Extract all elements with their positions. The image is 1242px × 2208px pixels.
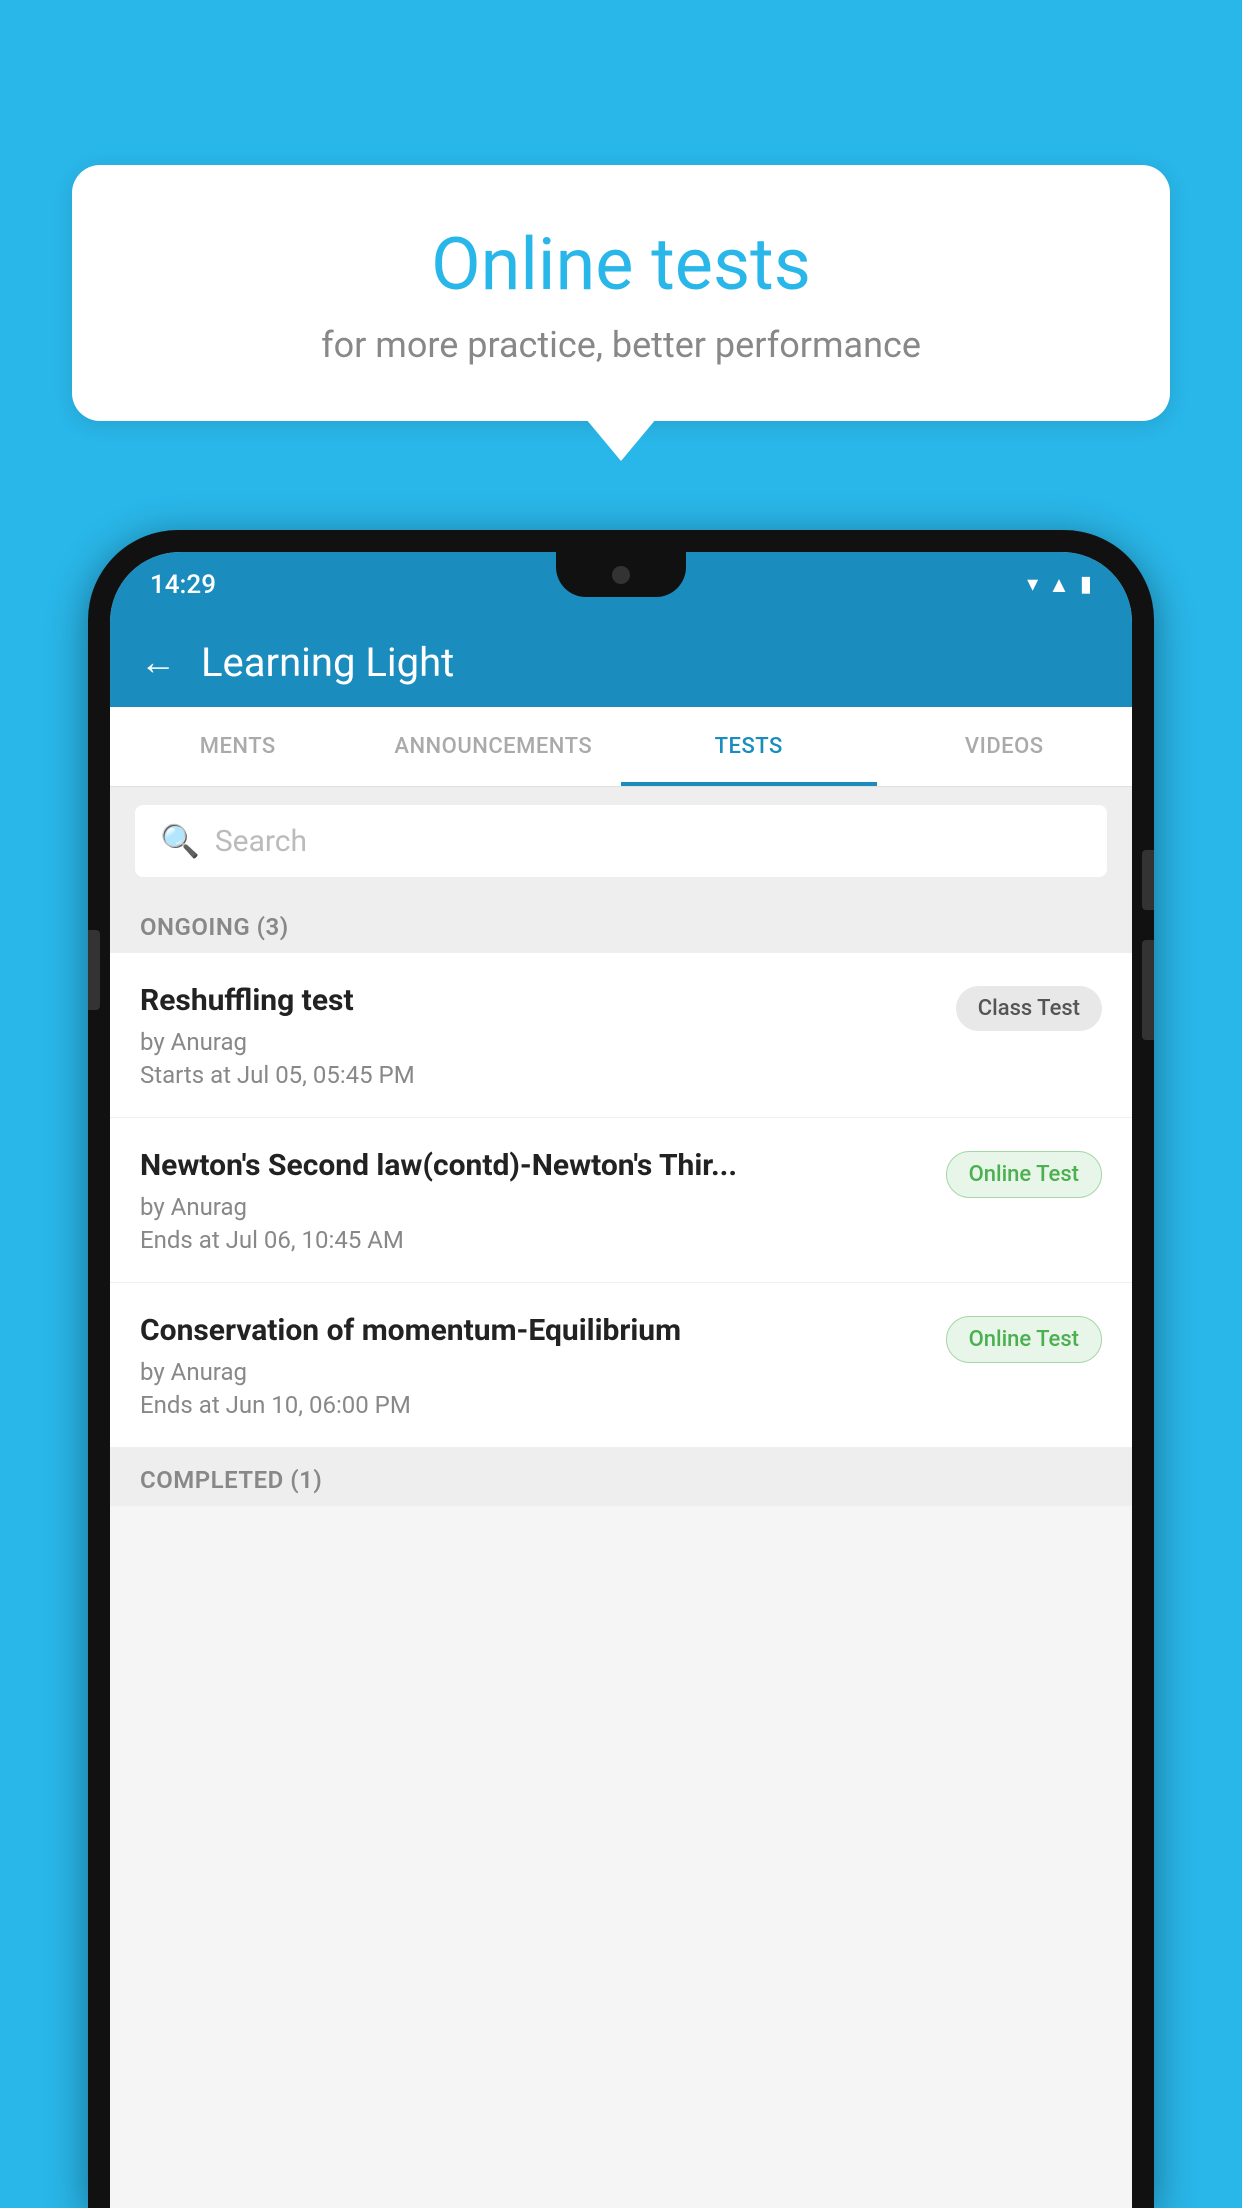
back-button[interactable]: ← [140,641,176,683]
phone-frame: 14:29 ▾ ▲ ▮ ← Learning Light MENTS ANNOU… [88,530,1154,2208]
test-info: Conservation of momentum-Equilibrium by … [140,1311,946,1419]
test-time: Ends at Jun 10, 06:00 PM [140,1391,931,1419]
completed-section-header: COMPLETED (1) [110,1448,1132,1506]
bubble-title: Online tests [122,225,1120,304]
test-badge-online-2: Online Test [946,1316,1102,1363]
status-icons: ▾ ▲ ▮ [1027,572,1092,598]
test-badge-online: Online Test [946,1151,1102,1198]
wifi-icon: ▾ [1027,572,1038,597]
app-bar: ← Learning Light [110,617,1132,707]
test-item[interactable]: Conservation of momentum-Equilibrium by … [110,1283,1132,1448]
tab-ments[interactable]: MENTS [110,707,366,786]
test-info: Reshuffling test by Anurag Starts at Jul… [140,981,956,1089]
power-button [1142,850,1154,910]
tabs-bar: MENTS ANNOUNCEMENTS TESTS VIDEOS [110,707,1132,787]
test-list: Reshuffling test by Anurag Starts at Jul… [110,953,1132,1448]
bubble-subtitle: for more practice, better performance [122,324,1120,366]
test-author: by Anurag [140,1028,941,1056]
battery-icon: ▮ [1080,572,1092,597]
search-bar[interactable]: 🔍 Search [135,805,1107,877]
test-name: Conservation of momentum-Equilibrium [140,1311,931,1350]
test-name: Reshuffling test [140,981,941,1020]
volume-button [88,930,100,1010]
test-time: Ends at Jul 06, 10:45 AM [140,1226,931,1254]
search-container: 🔍 Search [110,787,1132,895]
tab-tests[interactable]: TESTS [621,707,877,786]
test-author: by Anurag [140,1358,931,1386]
test-time: Starts at Jul 05, 05:45 PM [140,1061,941,1089]
search-icon: 🔍 [160,822,200,860]
app-title: Learning Light [201,639,454,686]
tab-announcements[interactable]: ANNOUNCEMENTS [366,707,622,786]
test-author: by Anurag [140,1193,931,1221]
test-badge-class: Class Test [956,986,1102,1031]
search-placeholder: Search [215,824,307,859]
speech-bubble: Online tests for more practice, better p… [72,165,1170,421]
test-info: Newton's Second law(contd)-Newton's Thir… [140,1146,946,1254]
test-item[interactable]: Newton's Second law(contd)-Newton's Thir… [110,1118,1132,1283]
test-item[interactable]: Reshuffling test by Anurag Starts at Jul… [110,953,1132,1118]
status-bar: 14:29 ▾ ▲ ▮ [110,552,1132,617]
tab-videos[interactable]: VIDEOS [877,707,1133,786]
ongoing-section-header: ONGOING (3) [110,895,1132,953]
signal-icon: ▲ [1048,572,1070,598]
front-camera [612,566,630,584]
test-name: Newton's Second law(contd)-Newton's Thir… [140,1146,931,1185]
status-time: 14:29 [150,570,216,600]
phone-screen: 14:29 ▾ ▲ ▮ ← Learning Light MENTS ANNOU… [110,552,1132,2208]
power-button-bottom [1142,940,1154,1040]
notch [556,552,686,597]
